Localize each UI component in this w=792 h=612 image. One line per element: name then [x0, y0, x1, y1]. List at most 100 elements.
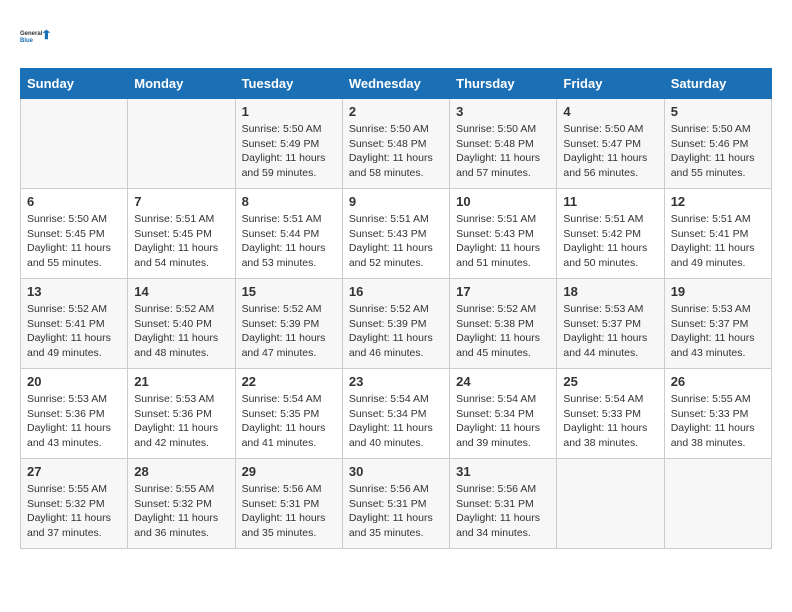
calendar-cell: 21 Sunrise: 5:53 AMSunset: 5:36 PMDayligh…: [128, 369, 235, 459]
calendar-cell: [21, 99, 128, 189]
day-content: Sunrise: 5:52 AMSunset: 5:41 PMDaylight:…: [27, 302, 121, 361]
col-header-thursday: Thursday: [450, 69, 557, 99]
day-content: Sunrise: 5:53 AMSunset: 5:37 PMDaylight:…: [671, 302, 765, 361]
day-content: Sunrise: 5:51 AMSunset: 5:45 PMDaylight:…: [134, 212, 228, 271]
day-number: 20: [27, 374, 121, 389]
week-row-2: 6 Sunrise: 5:50 AMSunset: 5:45 PMDaylight…: [21, 189, 772, 279]
day-content: Sunrise: 5:50 AMSunset: 5:47 PMDaylight:…: [563, 122, 657, 181]
header-row: SundayMondayTuesdayWednesdayThursdayFrid…: [21, 69, 772, 99]
day-number: 19: [671, 284, 765, 299]
col-header-monday: Monday: [128, 69, 235, 99]
calendar-cell: 9 Sunrise: 5:51 AMSunset: 5:43 PMDaylight…: [342, 189, 449, 279]
day-number: 25: [563, 374, 657, 389]
calendar-cell: 18Sunrise: 5:53 AMSunset: 5:37 PMDayligh…: [557, 279, 664, 369]
day-number: 11: [563, 194, 657, 209]
day-content: Sunrise: 5:52 AMSunset: 5:39 PMDaylight:…: [242, 302, 336, 361]
day-number: 30: [349, 464, 443, 479]
day-content: Sunrise: 5:52 AMSunset: 5:38 PMDaylight:…: [456, 302, 550, 361]
day-number: 3: [456, 104, 550, 119]
calendar-cell: 3 Sunrise: 5:50 AMSunset: 5:48 PMDaylight…: [450, 99, 557, 189]
calendar-cell: 25Sunrise: 5:54 AMSunset: 5:33 PMDayligh…: [557, 369, 664, 459]
calendar-cell: 10Sunrise: 5:51 AMSunset: 5:43 PMDayligh…: [450, 189, 557, 279]
calendar-cell: [664, 459, 771, 549]
calendar-cell: 20 Sunrise: 5:53 AMSunset: 5:36 PMDayligh…: [21, 369, 128, 459]
calendar-cell: 12 Sunrise: 5:51 AMSunset: 5:41 PMDayligh…: [664, 189, 771, 279]
day-number: 12: [671, 194, 765, 209]
day-content: Sunrise: 5:55 AMSunset: 5:32 PMDaylight:…: [27, 482, 121, 541]
svg-text:General: General: [20, 31, 43, 37]
calendar-cell: 28 Sunrise: 5:55 AMSunset: 5:32 PMDayligh…: [128, 459, 235, 549]
col-header-wednesday: Wednesday: [342, 69, 449, 99]
day-number: 8: [242, 194, 336, 209]
calendar-cell: 13 Sunrise: 5:52 AMSunset: 5:41 PMDayligh…: [21, 279, 128, 369]
day-number: 2: [349, 104, 443, 119]
day-content: Sunrise: 5:53 AMSunset: 5:36 PMDaylight:…: [134, 392, 228, 451]
day-content: Sunrise: 5:50 AMSunset: 5:48 PMDaylight:…: [349, 122, 443, 181]
day-content: Sunrise: 5:51 AMSunset: 5:42 PMDaylight:…: [563, 212, 657, 271]
day-content: Sunrise: 5:55 AMSunset: 5:32 PMDaylight:…: [134, 482, 228, 541]
day-content: Sunrise: 5:53 AMSunset: 5:36 PMDaylight:…: [27, 392, 121, 451]
day-content: Sunrise: 5:56 AMSunset: 5:31 PMDaylight:…: [349, 482, 443, 541]
calendar-cell: 16 Sunrise: 5:52 AMSunset: 5:39 PMDayligh…: [342, 279, 449, 369]
day-content: Sunrise: 5:54 AMSunset: 5:34 PMDaylight:…: [349, 392, 443, 451]
day-number: 28: [134, 464, 228, 479]
logo: GeneralBlue: [20, 20, 52, 52]
page-header: GeneralBlue: [20, 20, 772, 52]
week-row-1: 1 Sunrise: 5:50 AMSunset: 5:49 PMDaylight…: [21, 99, 772, 189]
day-content: Sunrise: 5:52 AMSunset: 5:39 PMDaylight:…: [349, 302, 443, 361]
calendar-cell: 26Sunrise: 5:55 AMSunset: 5:33 PMDayligh…: [664, 369, 771, 459]
week-row-3: 13 Sunrise: 5:52 AMSunset: 5:41 PMDayligh…: [21, 279, 772, 369]
day-content: Sunrise: 5:56 AMSunset: 5:31 PMDaylight:…: [456, 482, 550, 541]
day-content: Sunrise: 5:50 AMSunset: 5:48 PMDaylight:…: [456, 122, 550, 181]
calendar-cell: 19 Sunrise: 5:53 AMSunset: 5:37 PMDayligh…: [664, 279, 771, 369]
calendar-cell: 29 Sunrise: 5:56 AMSunset: 5:31 PMDayligh…: [235, 459, 342, 549]
day-number: 15: [242, 284, 336, 299]
day-content: Sunrise: 5:50 AMSunset: 5:45 PMDaylight:…: [27, 212, 121, 271]
calendar-cell: 23 Sunrise: 5:54 AMSunset: 5:34 PMDayligh…: [342, 369, 449, 459]
day-content: Sunrise: 5:51 AMSunset: 5:43 PMDaylight:…: [349, 212, 443, 271]
day-number: 21: [134, 374, 228, 389]
calendar-cell: [557, 459, 664, 549]
day-content: Sunrise: 5:54 AMSunset: 5:35 PMDaylight:…: [242, 392, 336, 451]
day-number: 13: [27, 284, 121, 299]
col-header-friday: Friday: [557, 69, 664, 99]
day-number: 17: [456, 284, 550, 299]
calendar-cell: 30 Sunrise: 5:56 AMSunset: 5:31 PMDayligh…: [342, 459, 449, 549]
day-content: Sunrise: 5:56 AMSunset: 5:31 PMDaylight:…: [242, 482, 336, 541]
calendar-cell: 17 Sunrise: 5:52 AMSunset: 5:38 PMDayligh…: [450, 279, 557, 369]
day-number: 24: [456, 374, 550, 389]
calendar-cell: 14Sunrise: 5:52 AMSunset: 5:40 PMDayligh…: [128, 279, 235, 369]
day-number: 26: [671, 374, 765, 389]
day-number: 23: [349, 374, 443, 389]
day-content: Sunrise: 5:51 AMSunset: 5:41 PMDaylight:…: [671, 212, 765, 271]
calendar-cell: 27Sunrise: 5:55 AMSunset: 5:32 PMDayligh…: [21, 459, 128, 549]
calendar-cell: 4 Sunrise: 5:50 AMSunset: 5:47 PMDaylight…: [557, 99, 664, 189]
svg-text:Blue: Blue: [20, 38, 34, 44]
calendar-table: SundayMondayTuesdayWednesdayThursdayFrid…: [20, 68, 772, 549]
week-row-4: 20 Sunrise: 5:53 AMSunset: 5:36 PMDayligh…: [21, 369, 772, 459]
col-header-sunday: Sunday: [21, 69, 128, 99]
day-number: 4: [563, 104, 657, 119]
calendar-cell: 8Sunrise: 5:51 AMSunset: 5:44 PMDaylight…: [235, 189, 342, 279]
col-header-tuesday: Tuesday: [235, 69, 342, 99]
day-number: 22: [242, 374, 336, 389]
day-number: 14: [134, 284, 228, 299]
day-number: 1: [242, 104, 336, 119]
day-number: 16: [349, 284, 443, 299]
day-number: 7: [134, 194, 228, 209]
calendar-cell: 24 Sunrise: 5:54 AMSunset: 5:34 PMDayligh…: [450, 369, 557, 459]
calendar-cell: 7 Sunrise: 5:51 AMSunset: 5:45 PMDaylight…: [128, 189, 235, 279]
day-number: 6: [27, 194, 121, 209]
day-content: Sunrise: 5:50 AMSunset: 5:46 PMDaylight:…: [671, 122, 765, 181]
day-content: Sunrise: 5:51 AMSunset: 5:43 PMDaylight:…: [456, 212, 550, 271]
calendar-cell: 11 Sunrise: 5:51 AMSunset: 5:42 PMDayligh…: [557, 189, 664, 279]
day-content: Sunrise: 5:54 AMSunset: 5:34 PMDaylight:…: [456, 392, 550, 451]
day-content: Sunrise: 5:50 AMSunset: 5:49 PMDaylight:…: [242, 122, 336, 181]
calendar-cell: 22 Sunrise: 5:54 AMSunset: 5:35 PMDayligh…: [235, 369, 342, 459]
day-number: 29: [242, 464, 336, 479]
day-number: 9: [349, 194, 443, 209]
col-header-saturday: Saturday: [664, 69, 771, 99]
calendar-cell: [128, 99, 235, 189]
day-number: 18: [563, 284, 657, 299]
week-row-5: 27Sunrise: 5:55 AMSunset: 5:32 PMDayligh…: [21, 459, 772, 549]
